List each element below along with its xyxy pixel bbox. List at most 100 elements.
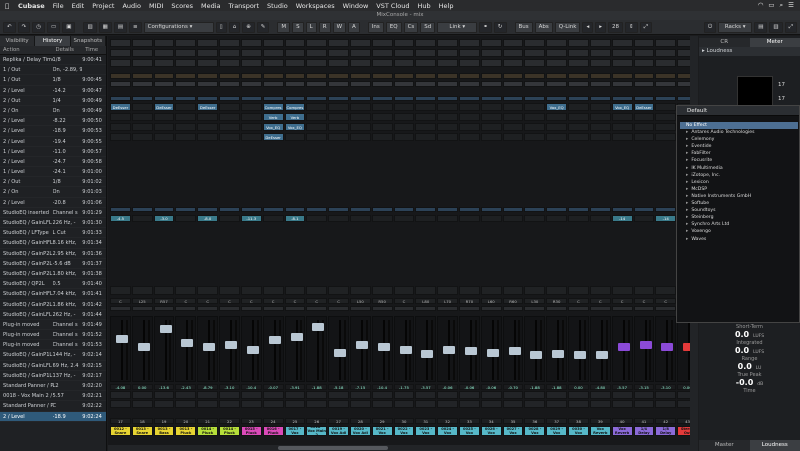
channel-name[interactable]: 0027 - Vox [502,426,524,436]
read-write-buttons[interactable] [393,306,415,311]
insert-slot[interactable] [524,113,546,121]
volume-value[interactable]: -1.88 [306,384,328,390]
channel-name[interactable]: Vox Reverb [589,426,611,436]
history-row[interactable]: StudioEQ / GainHFL 7.04 kHz, 9:01:41 [0,289,106,300]
pan-knob[interactable] [502,286,524,295]
pan-knob[interactable] [131,286,153,295]
lc-cell[interactable] [393,59,415,67]
hc-cell[interactable] [306,49,328,57]
pan-value[interactable]: C [568,298,589,304]
fader-handle[interactable] [225,340,238,349]
channel-fader[interactable] [153,316,175,382]
filter-icon[interactable]: ▦ [98,21,112,33]
lc-cell[interactable] [568,59,589,67]
insert-slot[interactable] [219,133,240,141]
history-row[interactable]: 2 / Out 1/4 9:00:49 [0,96,106,106]
insert-slot[interactable]: Vox_EQ [262,123,284,131]
history-row[interactable]: 2 / Level -14.2 9:00:47 [0,86,106,96]
hc-cell[interactable] [589,39,611,47]
monitor-record-buttons[interactable] [240,400,262,408]
channel-fader[interactable] [262,316,284,382]
phase-cell[interactable] [502,81,524,87]
column-time[interactable]: Time [82,46,106,54]
send-slot[interactable] [502,215,524,222]
hc-cell[interactable] [437,39,458,47]
hc-cell[interactable] [415,39,437,47]
inserts-header[interactable] [415,96,437,101]
phase-cell[interactable] [633,81,655,87]
menu-window[interactable]: Window [339,2,373,10]
inserts-header[interactable] [219,96,240,101]
hc-cell[interactable] [633,39,655,47]
sends-header[interactable] [110,207,131,212]
volume-value[interactable]: -0.06 [437,384,458,390]
volume-value[interactable]: -8.79 [197,384,219,390]
fader-handle[interactable] [312,322,325,331]
hc-cell[interactable] [524,49,546,57]
phase-cell[interactable] [415,81,437,87]
channel-name[interactable]: 1/8 Delay [655,426,677,436]
channel-name[interactable]: 0030 - Vox [568,426,589,436]
channel-name[interactable]: 0015 - Pluck [240,426,262,436]
history-row[interactable]: 2 / Level -20.8 9:01:06 [0,198,106,208]
wifi-icon[interactable]: ◠ [758,1,764,10]
history-row[interactable]: StudioEQ / GainP2L -5.6 dB 9:01:37 [0,259,106,269]
gain-cell[interactable] [349,73,371,79]
menu-workspaces[interactable]: Workspaces [292,2,339,10]
sends-header[interactable] [175,207,197,212]
monitor-record-buttons[interactable] [153,400,175,408]
gain-cell[interactable] [240,73,262,79]
read-write-buttons[interactable] [371,306,393,311]
hc-cell[interactable] [655,39,677,47]
channel-name[interactable]: 0014 - Pluck [197,426,219,436]
solo-button[interactable]: S [292,21,304,33]
channel-count-display[interactable]: 28 [608,21,624,33]
hc-cell[interactable] [459,49,480,57]
monitor-record-buttons[interactable] [328,400,349,408]
channel-name[interactable]: 0029 - Vox [546,426,568,436]
channel-buttons[interactable] [240,391,262,399]
hc-cell[interactable] [568,39,589,47]
history-row[interactable]: 1 / Out On, -2.89, 9:00:41 [0,65,106,76]
fader-handle[interactable] [443,346,456,354]
insert-slot[interactable] [393,113,415,121]
lc-cell[interactable] [284,59,306,67]
gain-cell[interactable] [153,73,175,79]
cs-bypass-button[interactable]: Cs [403,21,419,33]
phase-cell[interactable] [568,81,589,87]
sends-header[interactable] [328,207,349,212]
hc-cell[interactable] [131,39,153,47]
read-write-buttons[interactable] [524,306,546,311]
sends-header[interactable] [262,207,284,212]
monitor-record-buttons[interactable] [459,400,480,408]
gain-cell[interactable] [306,73,328,79]
hc-cell[interactable] [262,39,284,47]
hc-cell[interactable] [371,49,393,57]
phase-cell[interactable] [349,81,371,87]
insert-slot[interactable] [328,113,349,121]
fader-handle[interactable] [552,350,565,359]
hc-cell[interactable] [480,49,502,57]
gain-cell[interactable] [546,73,568,79]
pan-value[interactable]: L25 [131,298,153,304]
read-write-buttons[interactable] [568,306,589,311]
history-row[interactable]: Replika / Delay Time 1/8 9:00:41 [0,55,106,66]
history-row[interactable]: StudioEQ / GainLFL 226 Hz, - 9:01:30 [0,218,106,229]
fader-handle[interactable] [268,335,281,344]
channel-fader[interactable] [371,316,393,382]
volume-value[interactable]: -1.75 [393,384,415,390]
insert-slot[interactable] [480,123,502,131]
channel-name[interactable]: 1/4 Delay [633,426,655,436]
hc-cell[interactable] [502,49,524,57]
volume-value[interactable]: -1.88 [546,384,568,390]
insert-slot[interactable] [546,123,568,131]
insert-slot[interactable] [437,123,458,131]
menu-cubase[interactable]: Cubase [14,2,49,10]
plugin-menu-item[interactable]: ▸ Voxengo [680,228,798,235]
inserts-header[interactable] [110,96,131,101]
menu-edit[interactable]: Edit [68,2,89,10]
insert-slot[interactable] [306,103,328,111]
insert-slot[interactable] [328,103,349,111]
redo-icon[interactable]: ↷ [17,21,31,33]
monitor-record-buttons[interactable] [110,400,131,408]
